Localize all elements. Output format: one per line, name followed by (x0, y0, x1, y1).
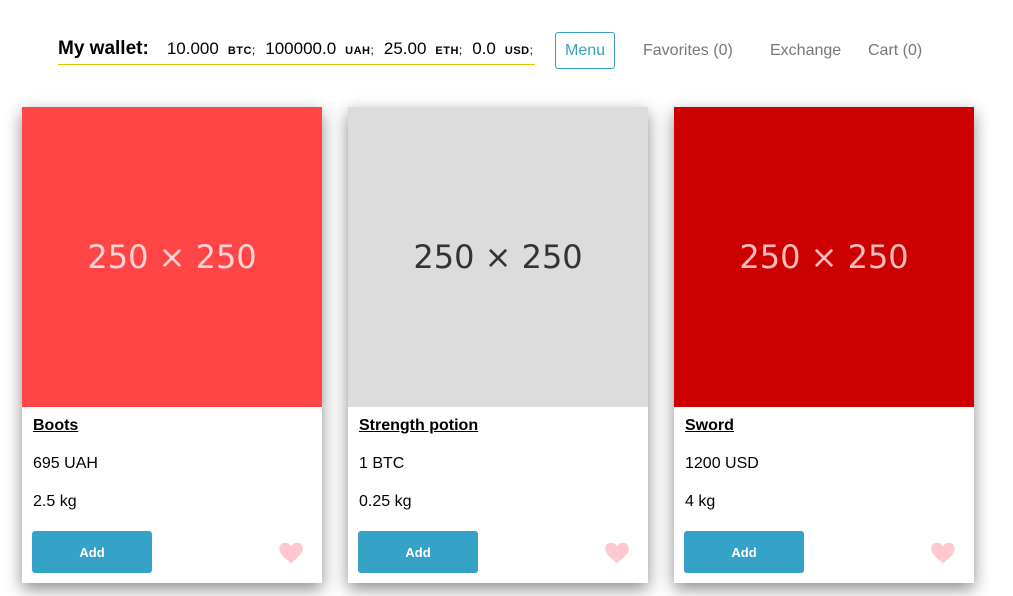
product-weight: 0.25 kg (359, 493, 412, 510)
product-card: 250 × 250 Strength potion 1 BTC 0.25 kg … (348, 107, 648, 583)
product-image-placeholder-text: 250 × 250 (87, 238, 257, 276)
wallet-separator: ; (370, 43, 374, 57)
add-to-cart-button[interactable]: Add (684, 531, 804, 573)
wallet-balance-uah: 100000.0 UAH ; (265, 39, 384, 59)
wallet-amount: 100000.0 (265, 39, 337, 58)
menu-button[interactable]: Menu (555, 32, 615, 69)
product-image: 250 × 250 (22, 107, 322, 407)
header: My wallet: 10.000 BTC ; 100000.0 UAH ; 2… (0, 0, 1013, 100)
product-name-link[interactable]: Strength potion (359, 417, 478, 435)
wallet-title: My wallet: (58, 38, 149, 59)
wallet-amount: 10.000 (166, 39, 219, 58)
wallet-separator: ; (251, 43, 256, 57)
favorites-link[interactable]: Favorites (0) (643, 42, 733, 60)
product-price: 1 BTC (359, 455, 405, 472)
product-image-placeholder-text: 250 × 250 (739, 238, 909, 276)
product-image-placeholder-text: 250 × 250 (413, 238, 583, 276)
product-price: 1200 USD (685, 455, 759, 472)
product-card: 250 × 250 Boots 695 UAH 2.5 kg Add (22, 107, 322, 583)
wallet: My wallet: 10.000 BTC ; 100000.0 UAH ; 2… (58, 38, 535, 65)
cart-link[interactable]: Cart (0) (868, 42, 922, 60)
wallet-currency: UAH (345, 45, 371, 57)
product-price: 695 UAH (33, 455, 98, 472)
wallet-separator: ; (458, 43, 463, 57)
product-weight: 4 kg (685, 493, 716, 510)
wallet-balance-btc: 10.000 BTC ; (167, 39, 265, 59)
wallet-amount: 25.00 (383, 39, 427, 58)
wallet-currency: BTC (227, 45, 252, 57)
wallet-currency: USD (504, 45, 530, 57)
add-to-cart-button[interactable]: Add (358, 531, 478, 573)
add-to-cart-button[interactable]: Add (32, 531, 152, 573)
heart-icon[interactable] (604, 542, 630, 564)
wallet-separator: ; (529, 43, 533, 57)
product-name-link[interactable]: Sword (685, 417, 734, 435)
exchange-link[interactable]: Exchange (770, 42, 841, 60)
product-card: 250 × 250 Sword 1200 USD 4 kg Add (674, 107, 974, 583)
product-weight: 2.5 kg (33, 493, 77, 510)
wallet-balance-eth: 25.00 ETH ; (384, 39, 472, 59)
wallet-balance-usd: 0.0 USD ; (472, 39, 533, 59)
wallet-amount: 0.0 (472, 39, 496, 58)
wallet-currency: ETH (435, 45, 459, 57)
product-name-link[interactable]: Boots (33, 417, 78, 435)
heart-icon[interactable] (930, 542, 956, 564)
product-image: 250 × 250 (348, 107, 648, 407)
heart-icon[interactable] (278, 542, 304, 564)
product-image: 250 × 250 (674, 107, 974, 407)
